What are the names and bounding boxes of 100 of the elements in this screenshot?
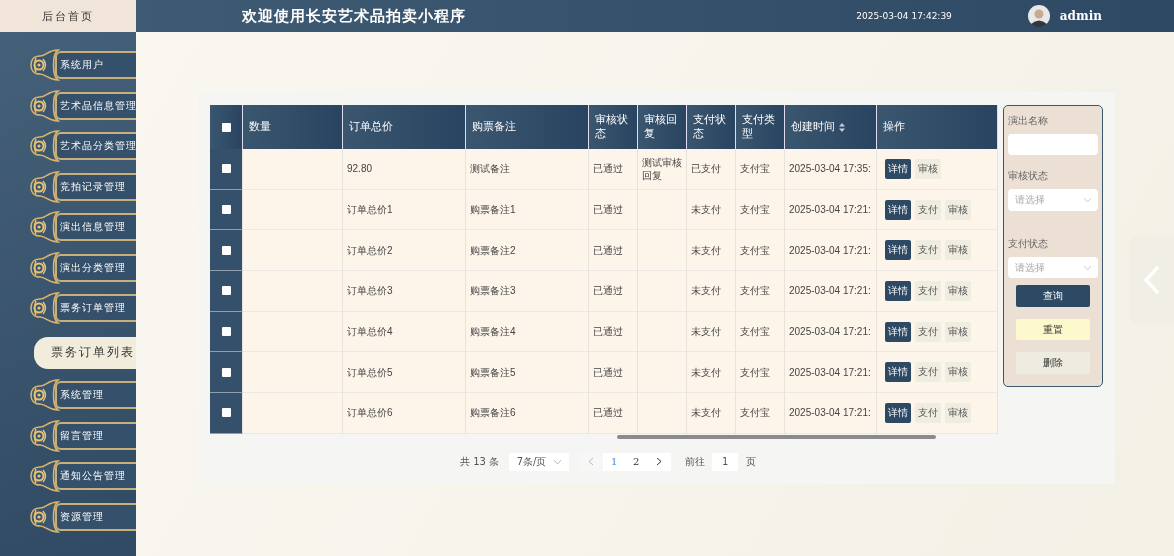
- action-button[interactable]: 详情: [885, 158, 911, 179]
- action-button[interactable]: 审核: [945, 280, 971, 301]
- avatar-icon[interactable]: [1027, 5, 1050, 27]
- table-cell: 2025-03-04 17:21:: [785, 393, 877, 434]
- row-checkbox[interactable]: [221, 408, 231, 418]
- table-cell: 2025-03-04 17:21:: [785, 311, 877, 353]
- table-cell: 未支付: [687, 230, 736, 272]
- page-number[interactable]: 2: [625, 456, 648, 468]
- page-suffix: 页: [746, 454, 757, 469]
- table-cell: 未支付: [687, 352, 736, 394]
- table-cell: [638, 393, 687, 434]
- select-all-checkbox[interactable]: [221, 122, 231, 132]
- column-header: 支付状态: [687, 105, 736, 149]
- chevron-right-icon: [657, 458, 662, 466]
- row-checkbox[interactable]: [221, 327, 231, 337]
- action-button[interactable]: 支付: [915, 402, 941, 423]
- chevron-left-icon: [1143, 265, 1161, 295]
- column-header: 审核回复: [638, 105, 687, 149]
- reset-button[interactable]: 重置: [1016, 318, 1090, 341]
- table-cell: 购票备注2: [466, 230, 589, 272]
- column-header: 支付类型: [736, 105, 785, 149]
- table-cell: 未支付: [687, 393, 736, 434]
- action-button[interactable]: 支付: [915, 362, 941, 383]
- table-cell: 订单总价6: [343, 393, 466, 434]
- table-cell: 测试备注: [466, 149, 589, 190]
- table-cell: 未支付: [687, 311, 736, 353]
- column-header: 数量: [243, 105, 343, 149]
- action-button[interactable]: 详情: [885, 280, 911, 301]
- table-cell: 订单总价2: [343, 230, 466, 272]
- goto-label: 前往: [685, 454, 706, 469]
- action-button[interactable]: 审核: [945, 199, 971, 220]
- table-cell: 订单总价1: [343, 189, 466, 231]
- table-cell: 购票备注1: [466, 189, 589, 231]
- action-button[interactable]: 支付: [915, 240, 941, 261]
- field-label: 演出名称: [1008, 114, 1049, 128]
- caret-icon: [1084, 198, 1091, 203]
- table-cell: 支付宝: [736, 149, 785, 190]
- action-button[interactable]: 详情: [885, 362, 911, 383]
- table-cell: 2025-03-04 17:21:: [785, 352, 877, 394]
- chevron-left-icon: [589, 458, 594, 466]
- row-checkbox[interactable]: [221, 245, 231, 255]
- row-checkbox[interactable]: [221, 205, 231, 215]
- sort-icon[interactable]: [839, 122, 845, 132]
- action-button[interactable]: 审核: [945, 402, 971, 423]
- table-cell: 已通过: [589, 149, 638, 190]
- table-cell: 已支付: [687, 149, 736, 190]
- action-button[interactable]: 审核: [915, 158, 941, 179]
- column-header: 审核状态: [589, 105, 638, 149]
- table-cell: 订单总价3: [343, 271, 466, 312]
- action-button[interactable]: 支付: [915, 321, 941, 342]
- table-cell: 支付宝: [736, 393, 785, 434]
- table-cell: 2025-03-04 17:21:: [785, 189, 877, 231]
- table-cell: 订单总价4: [343, 311, 466, 353]
- page-number[interactable]: 1: [603, 456, 626, 468]
- goto-page-field[interactable]: 1: [712, 452, 739, 471]
- column-header: 购票备注: [466, 105, 589, 149]
- table-cell: 测试审核回复: [638, 149, 687, 190]
- field-label: 审核状态: [1008, 169, 1049, 184]
- action-button[interactable]: 审核: [945, 240, 971, 261]
- row-checkbox[interactable]: [221, 286, 231, 296]
- action-button[interactable]: 详情: [885, 321, 911, 342]
- page-size-select[interactable]: 7条/页: [509, 452, 570, 471]
- table-cell: 已通过: [589, 189, 638, 231]
- home-link[interactable]: 后台首页: [0, 0, 136, 32]
- table-cell: 购票备注3: [466, 271, 589, 312]
- action-button[interactable]: 详情: [885, 240, 911, 261]
- table-cell: 支付宝: [736, 311, 785, 353]
- column-header: 订单总价: [343, 105, 466, 149]
- table-cell: 未支付: [687, 189, 736, 231]
- action-button[interactable]: 审核: [945, 321, 971, 342]
- caret-icon: [554, 459, 562, 464]
- action-button[interactable]: 支付: [915, 199, 941, 220]
- column-header[interactable]: 创建时间: [785, 105, 877, 149]
- table-cell: 已通过: [589, 352, 638, 394]
- delete-button[interactable]: 删除: [1016, 352, 1090, 374]
- table-cell: 购票备注5: [466, 352, 589, 394]
- table-cell: 支付宝: [736, 230, 785, 272]
- submenu-item[interactable]: 票务订单列表: [34, 336, 136, 369]
- table-cell: 92.80: [343, 149, 466, 190]
- row-checkbox[interactable]: [221, 164, 231, 174]
- table-cell: 支付宝: [736, 189, 785, 231]
- action-button[interactable]: 详情: [885, 402, 911, 423]
- table-cell: 2025-03-04 17:35:: [785, 149, 877, 190]
- action-button[interactable]: 支付: [915, 280, 941, 301]
- table-cell: 支付宝: [736, 271, 785, 312]
- table-cell: 购票备注4: [466, 311, 589, 353]
- action-button[interactable]: 审核: [945, 362, 971, 383]
- column-header: 操作: [877, 105, 998, 149]
- row-checkbox[interactable]: [221, 367, 231, 377]
- field-label: 支付状态: [1008, 236, 1049, 251]
- username[interactable]: admin: [1059, 9, 1102, 23]
- caret-icon: [1084, 265, 1091, 270]
- scrollbar-thumb[interactable]: [617, 434, 936, 439]
- action-button[interactable]: 详情: [885, 199, 911, 220]
- table-cell: 2025-03-04 17:21:: [785, 271, 877, 312]
- search-button[interactable]: 查询: [1016, 285, 1090, 307]
- table-cell: 2025-03-04 17:21:: [785, 230, 877, 272]
- table-cell: 已通过: [589, 271, 638, 312]
- table-cell: 已通过: [589, 311, 638, 353]
- name-input-field[interactable]: [1008, 134, 1098, 156]
